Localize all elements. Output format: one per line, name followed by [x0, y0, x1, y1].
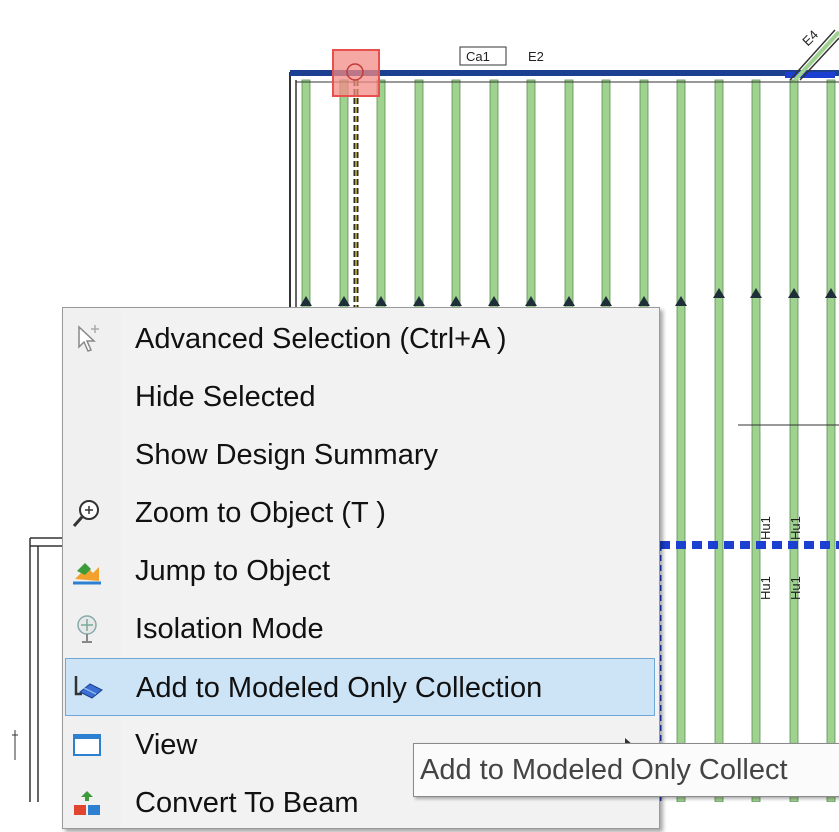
- joist[interactable]: [789, 79, 799, 802]
- menu-item-jump-to-object[interactable]: Jump to Object: [65, 542, 655, 600]
- menu-item-add-to-modeled-only-collection[interactable]: Add to Modeled Only Collection: [65, 658, 655, 716]
- tooltip-text: Add to Modeled Only Collect: [420, 754, 788, 786]
- svg-text:Hu1: Hu1: [758, 516, 773, 540]
- label-e4: E4: [799, 27, 821, 49]
- window-icon: [73, 734, 101, 756]
- magnifier-icon: [72, 500, 99, 527]
- menu-item-advanced-selection[interactable]: Advanced Selection (Ctrl+A ): [65, 310, 655, 368]
- label-e2: E2: [528, 49, 544, 64]
- menu-item-hide-selected[interactable]: Hide Selected: [65, 368, 655, 426]
- isolation-icon: [77, 615, 97, 643]
- joist[interactable]: [714, 79, 724, 802]
- menu-item-isolation-mode[interactable]: Isolation Mode: [65, 600, 655, 658]
- jump-arrow-icon: [73, 563, 101, 585]
- convert-icon: [74, 791, 100, 815]
- joist[interactable]: [676, 79, 686, 802]
- tooltip: Add to Modeled Only Collect: [413, 743, 839, 797]
- joist[interactable]: [751, 79, 761, 802]
- menu-item-zoom-to-object[interactable]: Zoom to Object (T ): [65, 484, 655, 542]
- svg-text:Hu1: Hu1: [758, 576, 773, 600]
- svg-text:Hu1: Hu1: [788, 516, 803, 540]
- left-edge-mark: [12, 730, 18, 760]
- joist[interactable]: [826, 79, 836, 802]
- selection-highlight-box[interactable]: [332, 49, 380, 97]
- menu-item-show-design-summary[interactable]: Show Design Summary: [65, 426, 655, 484]
- label-ca1: Ca1: [466, 49, 490, 64]
- svg-text:Hu1: Hu1: [788, 576, 803, 600]
- selection-cursor-icon: [78, 325, 99, 352]
- collection-icon: [74, 676, 103, 699]
